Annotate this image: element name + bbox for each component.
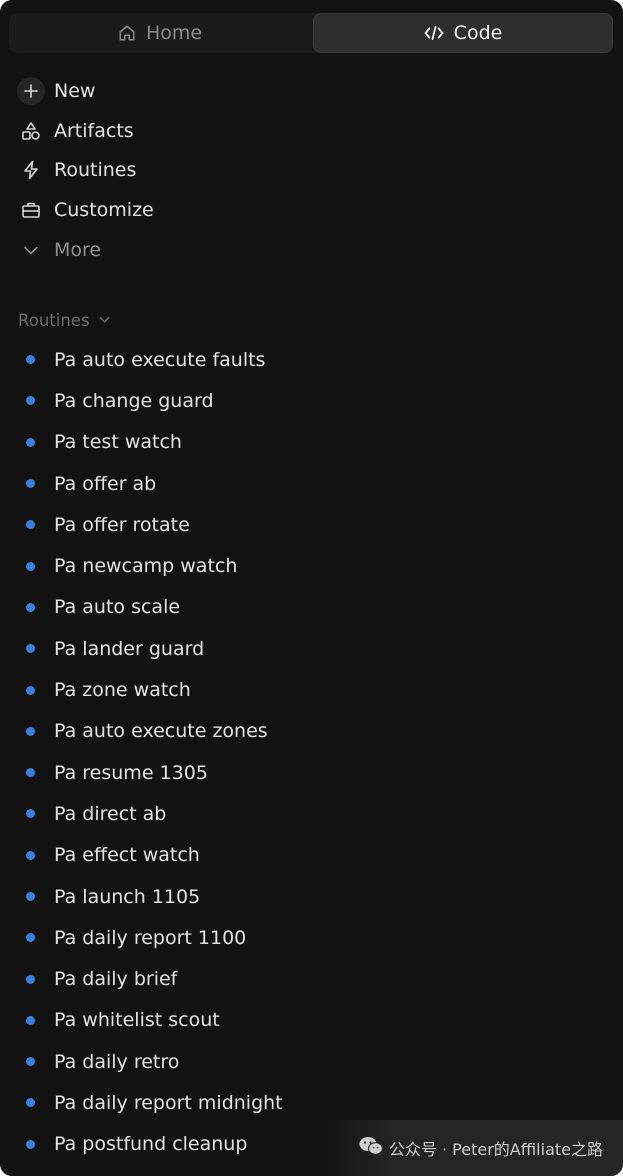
routine-item[interactable]: Pa test watch — [0, 422, 623, 463]
status-dot — [26, 933, 35, 943]
routine-item[interactable]: Pa change guard — [0, 380, 623, 421]
chevron-down-icon — [17, 236, 45, 264]
routine-label: Pa daily report 1100 — [54, 926, 247, 949]
routines-section-header[interactable]: Routines — [18, 308, 111, 332]
status-dot — [26, 1098, 35, 1108]
status-dot — [26, 892, 35, 901]
status-dot — [26, 602, 35, 612]
watermark-text: 公众号 · Peter的Affiliate之路 — [388, 1140, 603, 1159]
status-dot — [26, 768, 35, 778]
status-dot — [26, 1015, 35, 1025]
sidebar-panel: Home Code New Artifacts Routines Customi… — [0, 0, 623, 1176]
routine-label: Pa resume 1305 — [54, 761, 208, 784]
routine-label: Pa daily brief — [54, 968, 178, 991]
lightning-icon — [17, 156, 45, 184]
tab-home[interactable]: Home — [9, 13, 311, 53]
routine-item[interactable]: Pa offer rotate — [0, 504, 623, 545]
new-button[interactable]: New — [17, 75, 317, 107]
status-dot — [26, 974, 35, 984]
wechat-icon — [359, 1136, 383, 1160]
routine-item[interactable]: Pa offer ab — [0, 463, 623, 504]
routine-item[interactable]: Pa daily retro — [0, 1041, 623, 1082]
more-label: More — [54, 239, 102, 261]
routine-label: Pa test watch — [54, 431, 182, 454]
routine-item[interactable]: Pa auto scale — [0, 587, 623, 628]
routine-item[interactable]: Pa zone watch — [0, 669, 623, 710]
status-dot — [26, 850, 35, 860]
routine-label: Pa lander guard — [54, 637, 205, 660]
routine-list: Pa auto execute faults Pa change guard P… — [0, 339, 623, 1165]
routine-label: Pa newcamp watch — [54, 555, 238, 578]
routine-label: Pa zone watch — [54, 679, 191, 702]
artifacts-label: Artifacts — [54, 120, 134, 142]
routine-item[interactable]: Pa auto execute faults — [0, 339, 623, 380]
routines-nav-label: Routines — [54, 159, 137, 181]
routine-label: Pa auto execute zones — [54, 720, 268, 743]
mode-switcher: Home Code — [9, 13, 613, 53]
routine-item[interactable]: Pa daily report 1100 — [0, 917, 623, 958]
routine-item[interactable]: Pa auto execute zones — [0, 711, 623, 752]
nav-item-artifacts[interactable]: Artifacts — [17, 115, 317, 147]
routine-label: Pa direct ab — [54, 802, 167, 825]
routine-item[interactable]: Pa daily report midnight — [0, 1082, 623, 1123]
status-dot — [26, 561, 35, 571]
routine-label: Pa auto scale — [54, 596, 181, 619]
plus-icon — [17, 77, 45, 105]
routine-label: Pa whitelist scout — [54, 1009, 220, 1032]
routine-item[interactable]: Pa daily brief — [0, 958, 623, 999]
tab-code-label: Code — [453, 22, 503, 44]
status-dot — [26, 479, 35, 489]
status-dot — [26, 520, 35, 530]
status-dot — [26, 1057, 35, 1067]
status-dot — [26, 1139, 35, 1149]
routine-item[interactable]: Pa effect watch — [0, 835, 623, 876]
routine-label: Pa auto execute faults — [54, 348, 266, 371]
status-dot — [26, 437, 35, 447]
routine-item[interactable]: Pa direct ab — [0, 793, 623, 834]
code-icon — [424, 24, 444, 42]
routine-label: Pa change guard — [54, 389, 214, 412]
routine-item[interactable]: Pa launch 1105 — [0, 876, 623, 917]
nav-item-routines[interactable]: Routines — [17, 154, 317, 186]
new-label: New — [54, 80, 96, 102]
shapes-icon — [17, 117, 45, 145]
tab-code[interactable]: Code — [313, 13, 613, 53]
routine-label: Pa offer rotate — [54, 513, 190, 536]
routine-item[interactable]: Pa resume 1305 — [0, 752, 623, 793]
customize-label: Customize — [54, 199, 154, 221]
briefcase-icon — [17, 196, 45, 224]
home-icon — [118, 24, 136, 42]
routine-label: Pa postfund cleanup — [54, 1133, 248, 1156]
nav-item-customize[interactable]: Customize — [17, 194, 317, 226]
status-dot — [26, 396, 35, 406]
more-button[interactable]: More — [17, 234, 317, 266]
status-dot — [26, 726, 35, 736]
section-title: Routines — [18, 310, 90, 330]
status-dot — [26, 355, 35, 365]
tab-home-label: Home — [145, 22, 203, 44]
routine-label: Pa daily retro — [54, 1050, 180, 1073]
chevron-down-icon — [98, 311, 111, 330]
routine-label: Pa offer ab — [54, 472, 157, 495]
routine-item[interactable]: Pa whitelist scout — [0, 1000, 623, 1041]
routine-label: Pa daily report midnight — [54, 1091, 283, 1114]
routine-item[interactable]: Pa newcamp watch — [0, 545, 623, 586]
routine-label: Pa launch 1105 — [54, 885, 201, 908]
status-dot — [26, 644, 35, 654]
watermark: 公众号 · Peter的Affiliate之路 — [318, 1120, 623, 1176]
routine-label: Pa effect watch — [54, 844, 200, 867]
routine-item[interactable]: Pa lander guard — [0, 628, 623, 669]
status-dot — [26, 809, 35, 819]
status-dot — [26, 685, 35, 695]
